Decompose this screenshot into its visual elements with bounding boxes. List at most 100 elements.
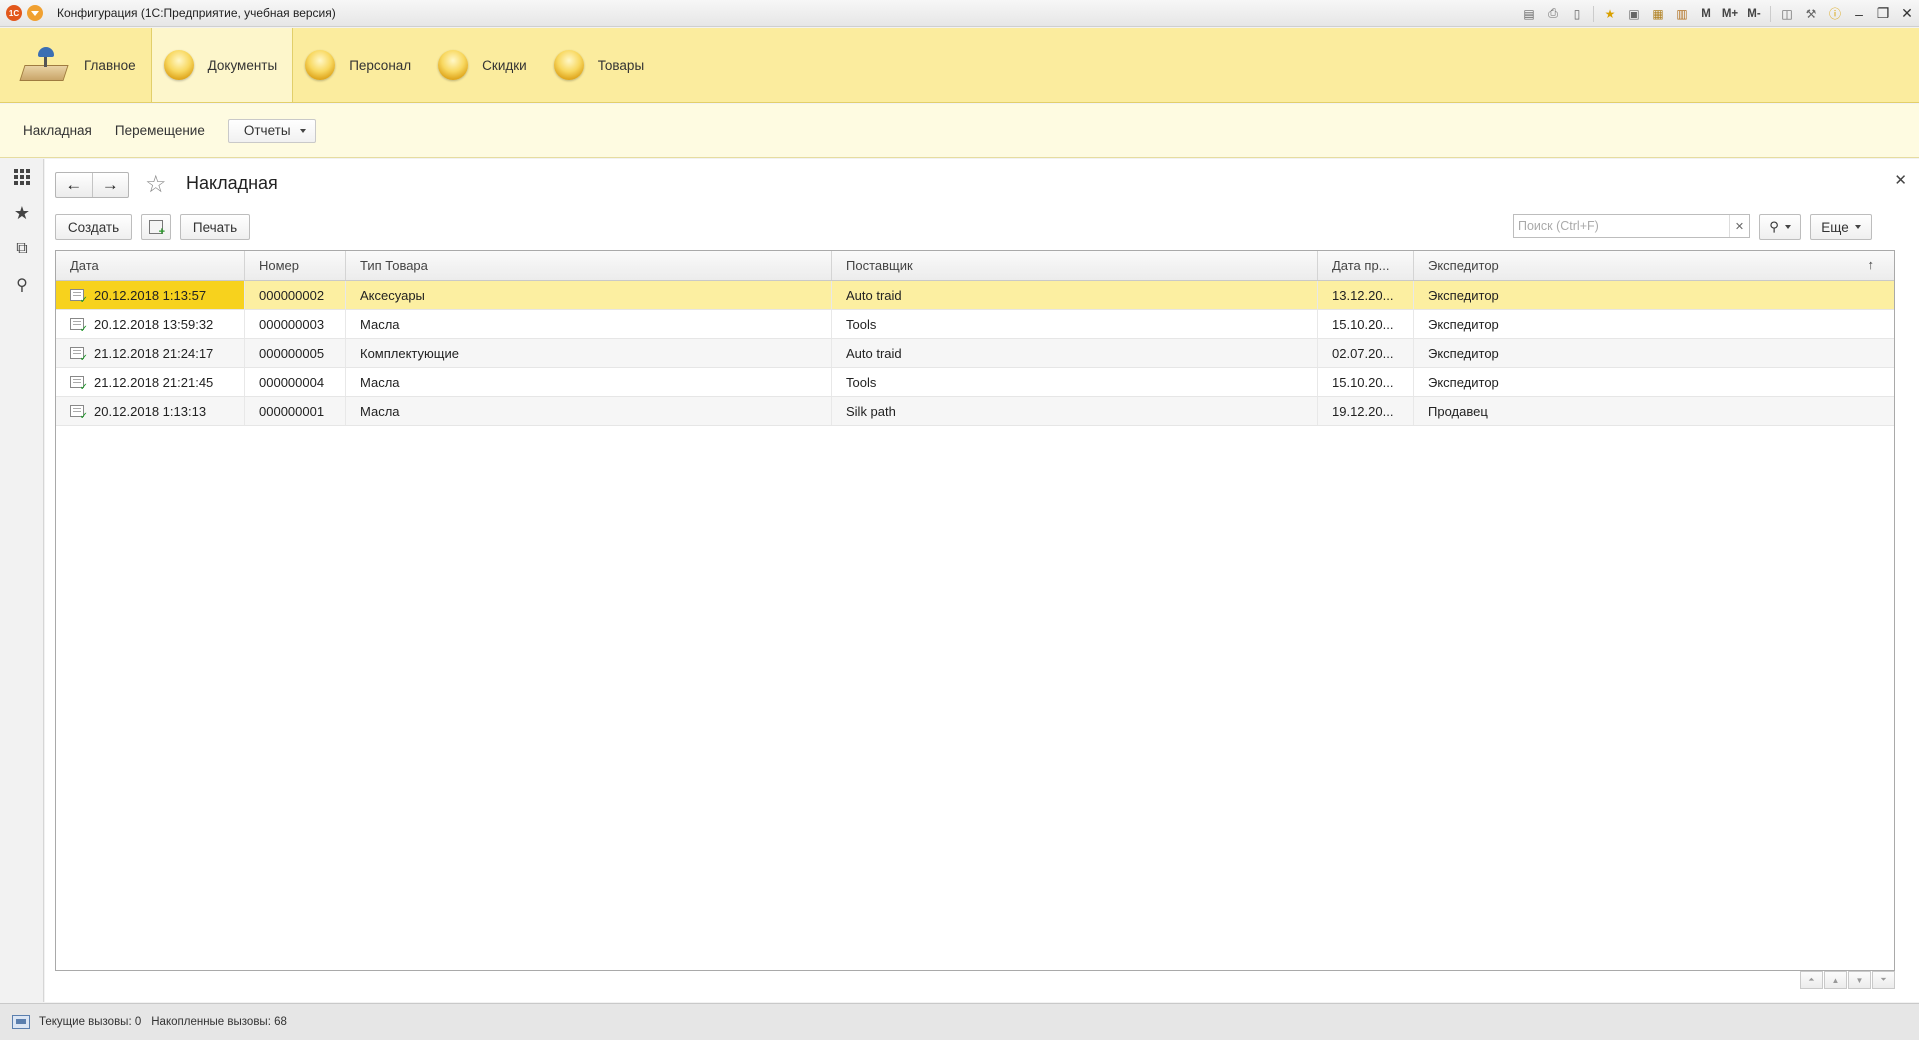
- cell-forwarder: Продавец: [1428, 403, 1488, 419]
- chevron-down-icon: [1784, 225, 1791, 229]
- section-main[interactable]: Главное: [8, 28, 151, 102]
- search-input[interactable]: [1514, 215, 1729, 237]
- create-button[interactable]: Создать: [55, 214, 132, 240]
- calculator-icon[interactable]: ▦: [1649, 5, 1667, 23]
- column-header-receipt-date[interactable]: Дата пр...: [1318, 251, 1414, 280]
- cell-number: 000000001: [245, 397, 346, 425]
- favorites-star-icon[interactable]: ★: [0, 195, 44, 231]
- list-form: ← → ☆ Накладная ✕ Создать Печать ✕ ⚲ Еще…: [45, 159, 1919, 1002]
- cell-date: 20.12.2018 1:13:57: [94, 287, 207, 303]
- column-header-date[interactable]: Дата: [56, 251, 245, 280]
- info-icon[interactable]: ⓘ: [1826, 5, 1844, 23]
- command-link-invoice[interactable]: Накладная: [23, 123, 92, 138]
- copy-button[interactable]: [141, 214, 171, 240]
- cell-number: 000000005: [245, 339, 346, 367]
- favorites-icon[interactable]: ★: [1601, 5, 1619, 23]
- cell-date: 21.12.2018 21:21:45: [94, 374, 214, 390]
- sort-arrow-icon[interactable]: ↑: [1868, 257, 1875, 272]
- table-row[interactable]: 21.12.2018 21:21:45 000000004 Масла Tool…: [56, 368, 1894, 397]
- table-header: Дата Номер Тип Товара Поставщик Дата пр.…: [56, 251, 1894, 281]
- memory-button[interactable]: M: [1697, 5, 1715, 23]
- cell-date: 21.12.2018 21:24:17: [94, 345, 214, 361]
- accumulated-calls: Накопленные вызовы: 68: [151, 1016, 287, 1028]
- cell-forwarder: Экспедитор: [1428, 316, 1499, 332]
- all-functions-icon[interactable]: [0, 159, 44, 195]
- search-icon[interactable]: ⚲: [0, 267, 44, 303]
- toolbar-separator: [1593, 5, 1594, 22]
- cell-goods-type: Масла: [346, 310, 832, 338]
- chevron-down-icon: [1854, 225, 1861, 229]
- scroll-to-top-icon[interactable]: ⏶: [1800, 971, 1823, 989]
- table-row[interactable]: 20.12.2018 13:59:32 000000003 Масла Tool…: [56, 310, 1894, 339]
- cell-number: 000000004: [245, 368, 346, 396]
- restore-icon[interactable]: ❐: [1874, 5, 1892, 23]
- table-row[interactable]: 21.12.2018 21:24:17 000000005 Комплектую…: [56, 339, 1894, 368]
- history-icon[interactable]: ⧉: [0, 231, 44, 267]
- cell-supplier: Tools: [832, 368, 1318, 396]
- posted-document-icon: [70, 318, 88, 335]
- section-label: Скидки: [482, 57, 527, 73]
- minimize-icon[interactable]: –: [1850, 5, 1868, 23]
- history-icon[interactable]: ▣: [1625, 5, 1643, 23]
- panels-icon[interactable]: ◫: [1778, 5, 1796, 23]
- section-orb-icon: [438, 50, 469, 80]
- calendar-icon[interactable]: ▥: [1673, 5, 1691, 23]
- section-documents[interactable]: Документы: [150, 28, 294, 102]
- navigation-buttons: ← →: [55, 172, 129, 198]
- section-discounts[interactable]: Скидки: [426, 28, 542, 102]
- column-header-supplier[interactable]: Поставщик: [832, 251, 1318, 280]
- print-icon[interactable]: ⎙: [1544, 5, 1562, 23]
- favorite-star-icon[interactable]: ☆: [145, 170, 167, 199]
- close-icon[interactable]: ✕: [1894, 171, 1907, 189]
- search-field: ✕: [1513, 214, 1750, 238]
- copy-icon: [149, 220, 165, 238]
- window-close-icon[interactable]: ✕: [1898, 5, 1916, 23]
- table-row[interactable]: 20.12.2018 1:13:57 000000002 Аксесуары A…: [56, 281, 1894, 310]
- section-orb-icon: [163, 50, 194, 80]
- scroll-up-icon[interactable]: ▲: [1824, 971, 1847, 989]
- cell-receipt-date: 13.12.20...: [1318, 281, 1414, 309]
- toolbar-separator: [1770, 5, 1771, 22]
- clear-search-icon[interactable]: ✕: [1729, 215, 1749, 237]
- cell-receipt-date: 19.12.20...: [1318, 397, 1414, 425]
- cell-supplier: Auto traid: [832, 339, 1318, 367]
- tools-icon[interactable]: ⚒: [1802, 5, 1820, 23]
- table-row[interactable]: 20.12.2018 1:13:13 000000001 Масла Silk …: [56, 397, 1894, 426]
- cell-supplier: Silk path: [832, 397, 1318, 425]
- cell-forwarder: Экспедитор: [1428, 374, 1499, 390]
- more-label: Еще: [1821, 219, 1849, 235]
- forward-arrow-icon[interactable]: →: [93, 173, 129, 197]
- save-icon[interactable]: ▤: [1520, 5, 1538, 23]
- search-options-button[interactable]: ⚲: [1759, 214, 1801, 240]
- performance-monitor-icon[interactable]: [12, 1015, 30, 1029]
- scroll-down-icon[interactable]: ▼: [1848, 971, 1871, 989]
- cell-forwarder: Экспедитор: [1428, 345, 1499, 361]
- column-header-goods-type[interactable]: Тип Товара: [346, 251, 832, 280]
- back-arrow-icon[interactable]: ←: [56, 173, 93, 197]
- cell-number: 000000003: [245, 310, 346, 338]
- column-header-forwarder[interactable]: Экспедитор ↑: [1414, 251, 1894, 280]
- search-icon: ⚲: [1769, 219, 1779, 234]
- command-link-transfer[interactable]: Перемещение: [115, 123, 205, 138]
- memory-minus-button[interactable]: M-: [1745, 5, 1763, 23]
- column-header-number[interactable]: Номер: [245, 251, 346, 280]
- scroll-to-bottom-icon[interactable]: ⏷: [1872, 971, 1895, 989]
- section-orb-icon: [305, 50, 336, 80]
- more-button[interactable]: Еще: [1810, 214, 1872, 240]
- print-button[interactable]: Печать: [180, 214, 250, 240]
- app-logo-icon[interactable]: 1С: [6, 5, 22, 21]
- cell-goods-type: Масла: [346, 397, 832, 425]
- posted-document-icon: [70, 376, 88, 393]
- home-icon: [19, 43, 70, 87]
- section-label: Главное: [84, 57, 136, 73]
- section-label: Документы: [207, 57, 278, 73]
- preview-icon[interactable]: ▯: [1568, 5, 1586, 23]
- command-bar: Накладная Перемещение Отчеты: [0, 104, 1919, 158]
- cell-date: 20.12.2018 13:59:32: [94, 316, 214, 332]
- memory-plus-button[interactable]: M+: [1721, 5, 1739, 23]
- posted-document-icon: [70, 289, 88, 306]
- section-goods[interactable]: Товары: [542, 28, 659, 102]
- main-menu-icon[interactable]: [27, 5, 43, 21]
- section-personnel[interactable]: Персонал: [293, 28, 426, 102]
- reports-dropdown[interactable]: Отчеты: [227, 118, 316, 143]
